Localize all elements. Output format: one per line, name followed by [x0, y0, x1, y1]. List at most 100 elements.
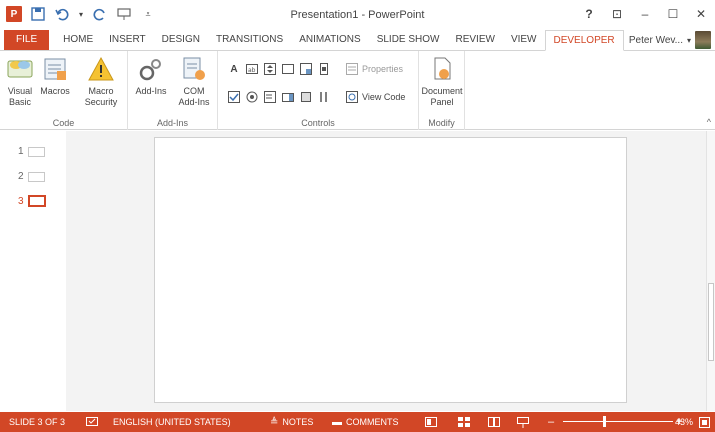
collapse-ribbon-button[interactable]: ^ — [707, 117, 711, 127]
textbox-control-icon[interactable]: ab — [246, 63, 258, 75]
zoom-level-display[interactable]: 43% — [675, 417, 693, 427]
slide-thumbnail[interactable]: 1 — [18, 146, 45, 157]
macros-icon — [44, 58, 66, 80]
warning-icon — [88, 56, 114, 81]
language-text: ENGLISH (UNITED STATES) — [113, 417, 231, 427]
properties-button[interactable]: Properties — [346, 63, 403, 75]
addins-label: Add-Ins — [135, 86, 167, 96]
view-code-button[interactable]: View Code — [346, 91, 405, 103]
close-button[interactable]: ✕ — [687, 5, 715, 23]
tab-design[interactable]: DESIGN — [154, 30, 208, 50]
vertical-scrollbar[interactable] — [706, 131, 715, 411]
slide-indicator-text: SLIDE 3 OF 3 — [9, 417, 66, 427]
slide-number: 3 — [18, 195, 24, 207]
visual-basic-icon — [7, 60, 33, 78]
ribbon-tabs: FILE HOME INSERT DESIGN TRANSITIONS ANIM… — [0, 30, 715, 51]
zoom-slider-handle[interactable] — [603, 416, 606, 427]
comments-button[interactable]: ▬ COMMENTS — [332, 417, 399, 428]
macro-security-label: Macro — [88, 86, 114, 96]
slide-canvas[interactable] — [154, 137, 627, 403]
slide-sorter-icon[interactable] — [458, 417, 470, 427]
spin-button-icon[interactable] — [264, 63, 276, 75]
normal-view-icon[interactable] — [425, 417, 437, 427]
visual-basic-label: Visual — [7, 86, 33, 96]
tab-file[interactable]: FILE — [4, 30, 50, 50]
spellcheck-icon[interactable] — [86, 416, 98, 428]
code-group-label: Code — [52, 118, 75, 128]
modify-group-label: Modify — [428, 118, 455, 128]
option-button-icon[interactable] — [246, 91, 258, 103]
slide-editor — [66, 131, 706, 411]
tab-animations[interactable]: ANIMATIONS — [291, 30, 368, 50]
avatar — [695, 31, 711, 49]
document-panel-button[interactable]: Document Panel — [421, 55, 463, 108]
slide-number: 2 — [18, 171, 24, 182]
checkbox-control-icon[interactable] — [228, 91, 240, 103]
properties-icon — [346, 63, 358, 75]
label-control-icon[interactable]: A — [228, 63, 240, 75]
code-group: Visual Basic Macros Macro Security Code — [0, 51, 128, 130]
com-addins-label-2: Add-Ins — [178, 97, 210, 107]
zoom-out-button[interactable]: – — [548, 416, 554, 428]
macros-button[interactable]: Macros — [38, 55, 72, 97]
toggle-button-icon[interactable] — [300, 91, 312, 103]
slide-thumbnail-preview — [27, 171, 45, 182]
window-controls: ? ⊡ – ☐ ✕ — [575, 5, 715, 23]
tab-review[interactable]: REVIEW — [447, 30, 502, 50]
properties-label: Properties — [362, 64, 404, 74]
tab-view[interactable]: VIEW — [503, 30, 545, 50]
controls-group: A ab Properties View Code Controls — [218, 51, 419, 130]
image-control-icon[interactable] — [300, 63, 312, 75]
language-indicator[interactable]: ENGLISH (UNITED STATES) — [113, 417, 231, 427]
controls-group-label: Controls — [301, 118, 335, 128]
view-code-icon — [346, 91, 358, 103]
ribbon-display-options-button[interactable]: ⊡ — [603, 5, 631, 23]
title-bar: P ▾ ⩡ Presentation1 - PowerPoint ? ⊡ – ☐… — [0, 0, 715, 30]
tab-home[interactable]: HOME — [55, 30, 101, 50]
slide-thumbnail-pane: 1 2 3 — [0, 131, 66, 411]
gears-icon — [139, 59, 161, 81]
minimize-button[interactable]: – — [631, 5, 659, 23]
com-addins-label: COM — [183, 86, 205, 96]
tab-insert[interactable]: INSERT — [101, 30, 154, 50]
document-panel-label: Document — [421, 86, 463, 96]
combobox-control-icon[interactable] — [282, 91, 294, 103]
notes-button[interactable]: ≜ NOTES — [270, 417, 313, 428]
frame-control-icon[interactable] — [282, 63, 294, 75]
chevron-down-icon: ▾ — [686, 35, 691, 45]
tab-slide-show[interactable]: SLIDE SHOW — [369, 30, 448, 50]
scrollbar-thumb[interactable] — [708, 283, 714, 361]
visual-basic-label-2: Basic — [8, 97, 31, 107]
status-bar: SLIDE 3 OF 3 ENGLISH (UNITED STATES) ≜ N… — [0, 412, 715, 432]
scrollbar-control-icon[interactable] — [318, 63, 330, 75]
help-button[interactable]: ? — [575, 5, 603, 23]
controls-row-2 — [228, 91, 330, 103]
addins-button[interactable]: Add-Ins — [132, 55, 170, 97]
more-controls-icon[interactable] — [318, 91, 330, 103]
comments-icon: ▬ — [332, 416, 342, 428]
addins-group: Add-Ins COM Add-Ins Add-Ins — [128, 51, 218, 130]
zoom-slider-track[interactable] — [563, 421, 673, 422]
document-panel-label-2: Panel — [430, 97, 454, 107]
slide-thumbnail[interactable]: 2 — [18, 171, 45, 182]
com-addins-button[interactable]: COM Add-Ins — [174, 55, 214, 108]
user-account[interactable]: Peter Wev... ▾ — [629, 30, 715, 50]
maximize-button[interactable]: ☐ — [659, 5, 687, 23]
slide-thumbnail-active[interactable]: 3 — [18, 195, 46, 207]
comments-label: COMMENTS — [346, 417, 399, 427]
listbox-control-icon[interactable] — [264, 91, 276, 103]
notes-icon: ≜ — [270, 416, 279, 428]
zoom-level-text: 43% — [674, 417, 693, 427]
slideshow-view-icon[interactable] — [517, 416, 529, 428]
tab-transitions[interactable]: TRANSITIONS — [208, 30, 291, 50]
fit-slide-icon[interactable] — [699, 416, 710, 428]
macro-security-button[interactable]: Macro Security — [78, 55, 124, 108]
addins-group-label: Add-Ins — [156, 118, 189, 128]
macro-security-label-2: Security — [84, 97, 118, 107]
slide-thumbnail-preview — [27, 146, 45, 157]
ribbon: Visual Basic Macros Macro Security Code … — [0, 51, 715, 130]
reading-view-icon[interactable] — [488, 417, 500, 427]
visual-basic-button[interactable]: Visual Basic — [4, 55, 36, 108]
tab-developer[interactable]: DEVELOPER — [544, 30, 624, 51]
com-addins-icon — [183, 57, 205, 80]
